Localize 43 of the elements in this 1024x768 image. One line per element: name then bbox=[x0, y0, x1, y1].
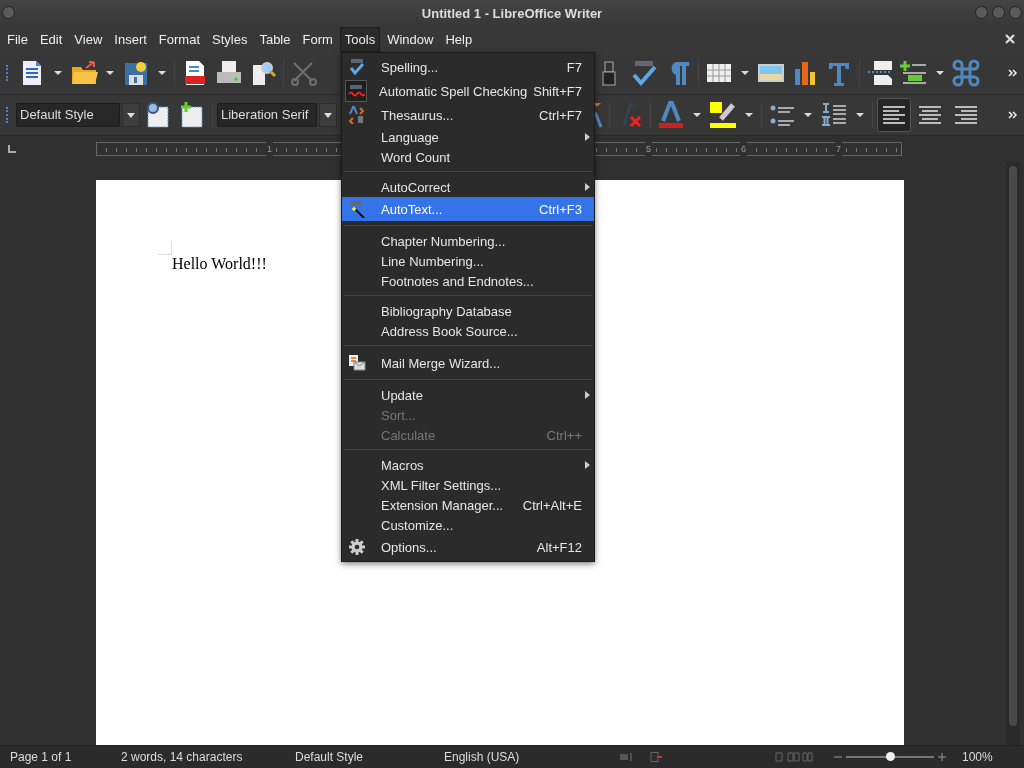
menu-item[interactable]: Mail Merge Wizard... bbox=[342, 351, 594, 375]
menu-item[interactable]: Macros bbox=[342, 455, 594, 475]
menu-item[interactable]: Spelling... F7 bbox=[342, 55, 594, 79]
menu-item[interactable]: Styles bbox=[207, 26, 253, 52]
page-style: Default Style bbox=[295, 750, 365, 764]
menu-item[interactable]: XML Filter Settings... bbox=[342, 475, 594, 495]
menu-item[interactable]: Edit bbox=[34, 26, 68, 52]
word-count: 2 words, 14 characters bbox=[121, 750, 244, 764]
menu-item[interactable]: AutoCorrect bbox=[342, 177, 594, 197]
menu-item[interactable]: Form bbox=[297, 26, 338, 52]
zoom-level: 100% bbox=[962, 750, 993, 764]
menu-item[interactable]: Format bbox=[153, 26, 205, 52]
menu-item[interactable]: Word Count bbox=[342, 147, 594, 167]
page-count: Page 1 of 1 bbox=[10, 750, 73, 764]
menu-item[interactable]: Insert bbox=[109, 26, 152, 52]
ruler-number: 7 bbox=[835, 142, 842, 156]
document-text: Hello World!!! bbox=[172, 255, 267, 273]
ruler-number: 5 bbox=[645, 142, 652, 156]
menu-item[interactable]: Automatic Spell Checking Shift+F7 bbox=[342, 79, 594, 103]
menu-item[interactable]: AutoText... Ctrl+F3 bbox=[342, 197, 594, 221]
menu-item[interactable]: Tools bbox=[339, 26, 381, 52]
menu-item[interactable]: Customize... bbox=[342, 515, 594, 535]
language: English (USA) bbox=[444, 750, 521, 764]
menu-item[interactable]: Footnotes and Endnotes... bbox=[342, 271, 594, 291]
menu-item[interactable]: Options... Alt+F12 bbox=[342, 535, 594, 559]
menu-item[interactable]: Window bbox=[382, 26, 439, 52]
menu-item[interactable]: Chapter Numbering... bbox=[342, 231, 594, 251]
ruler-number: 1 bbox=[266, 142, 273, 156]
menu-item[interactable]: Help bbox=[440, 26, 478, 52]
menu-item[interactable]: Thesaurus... Ctrl+F7 bbox=[342, 103, 594, 127]
menu-item[interactable]: Extension Manager... Ctrl+Alt+E bbox=[342, 495, 594, 515]
paragraph-style-field[interactable]: Default Style bbox=[16, 103, 120, 127]
menu-item[interactable]: Bibliography Database bbox=[342, 301, 594, 321]
menu-item[interactable]: Table bbox=[254, 26, 296, 52]
font-name-field[interactable]: Liberation Serif bbox=[217, 103, 317, 127]
menu-item[interactable]: Update bbox=[342, 385, 594, 405]
window-title: Untitled 1 - LibreOffice Writer bbox=[421, 5, 603, 21]
menu-item[interactable]: Address Book Source... bbox=[342, 321, 594, 341]
menu-item[interactable]: File bbox=[2, 26, 33, 52]
ruler-number: 6 bbox=[740, 142, 747, 156]
menu-item[interactable]: Line Numbering... bbox=[342, 251, 594, 271]
menu-item[interactable]: View bbox=[69, 26, 108, 52]
menu-item[interactable]: Language bbox=[342, 127, 594, 147]
